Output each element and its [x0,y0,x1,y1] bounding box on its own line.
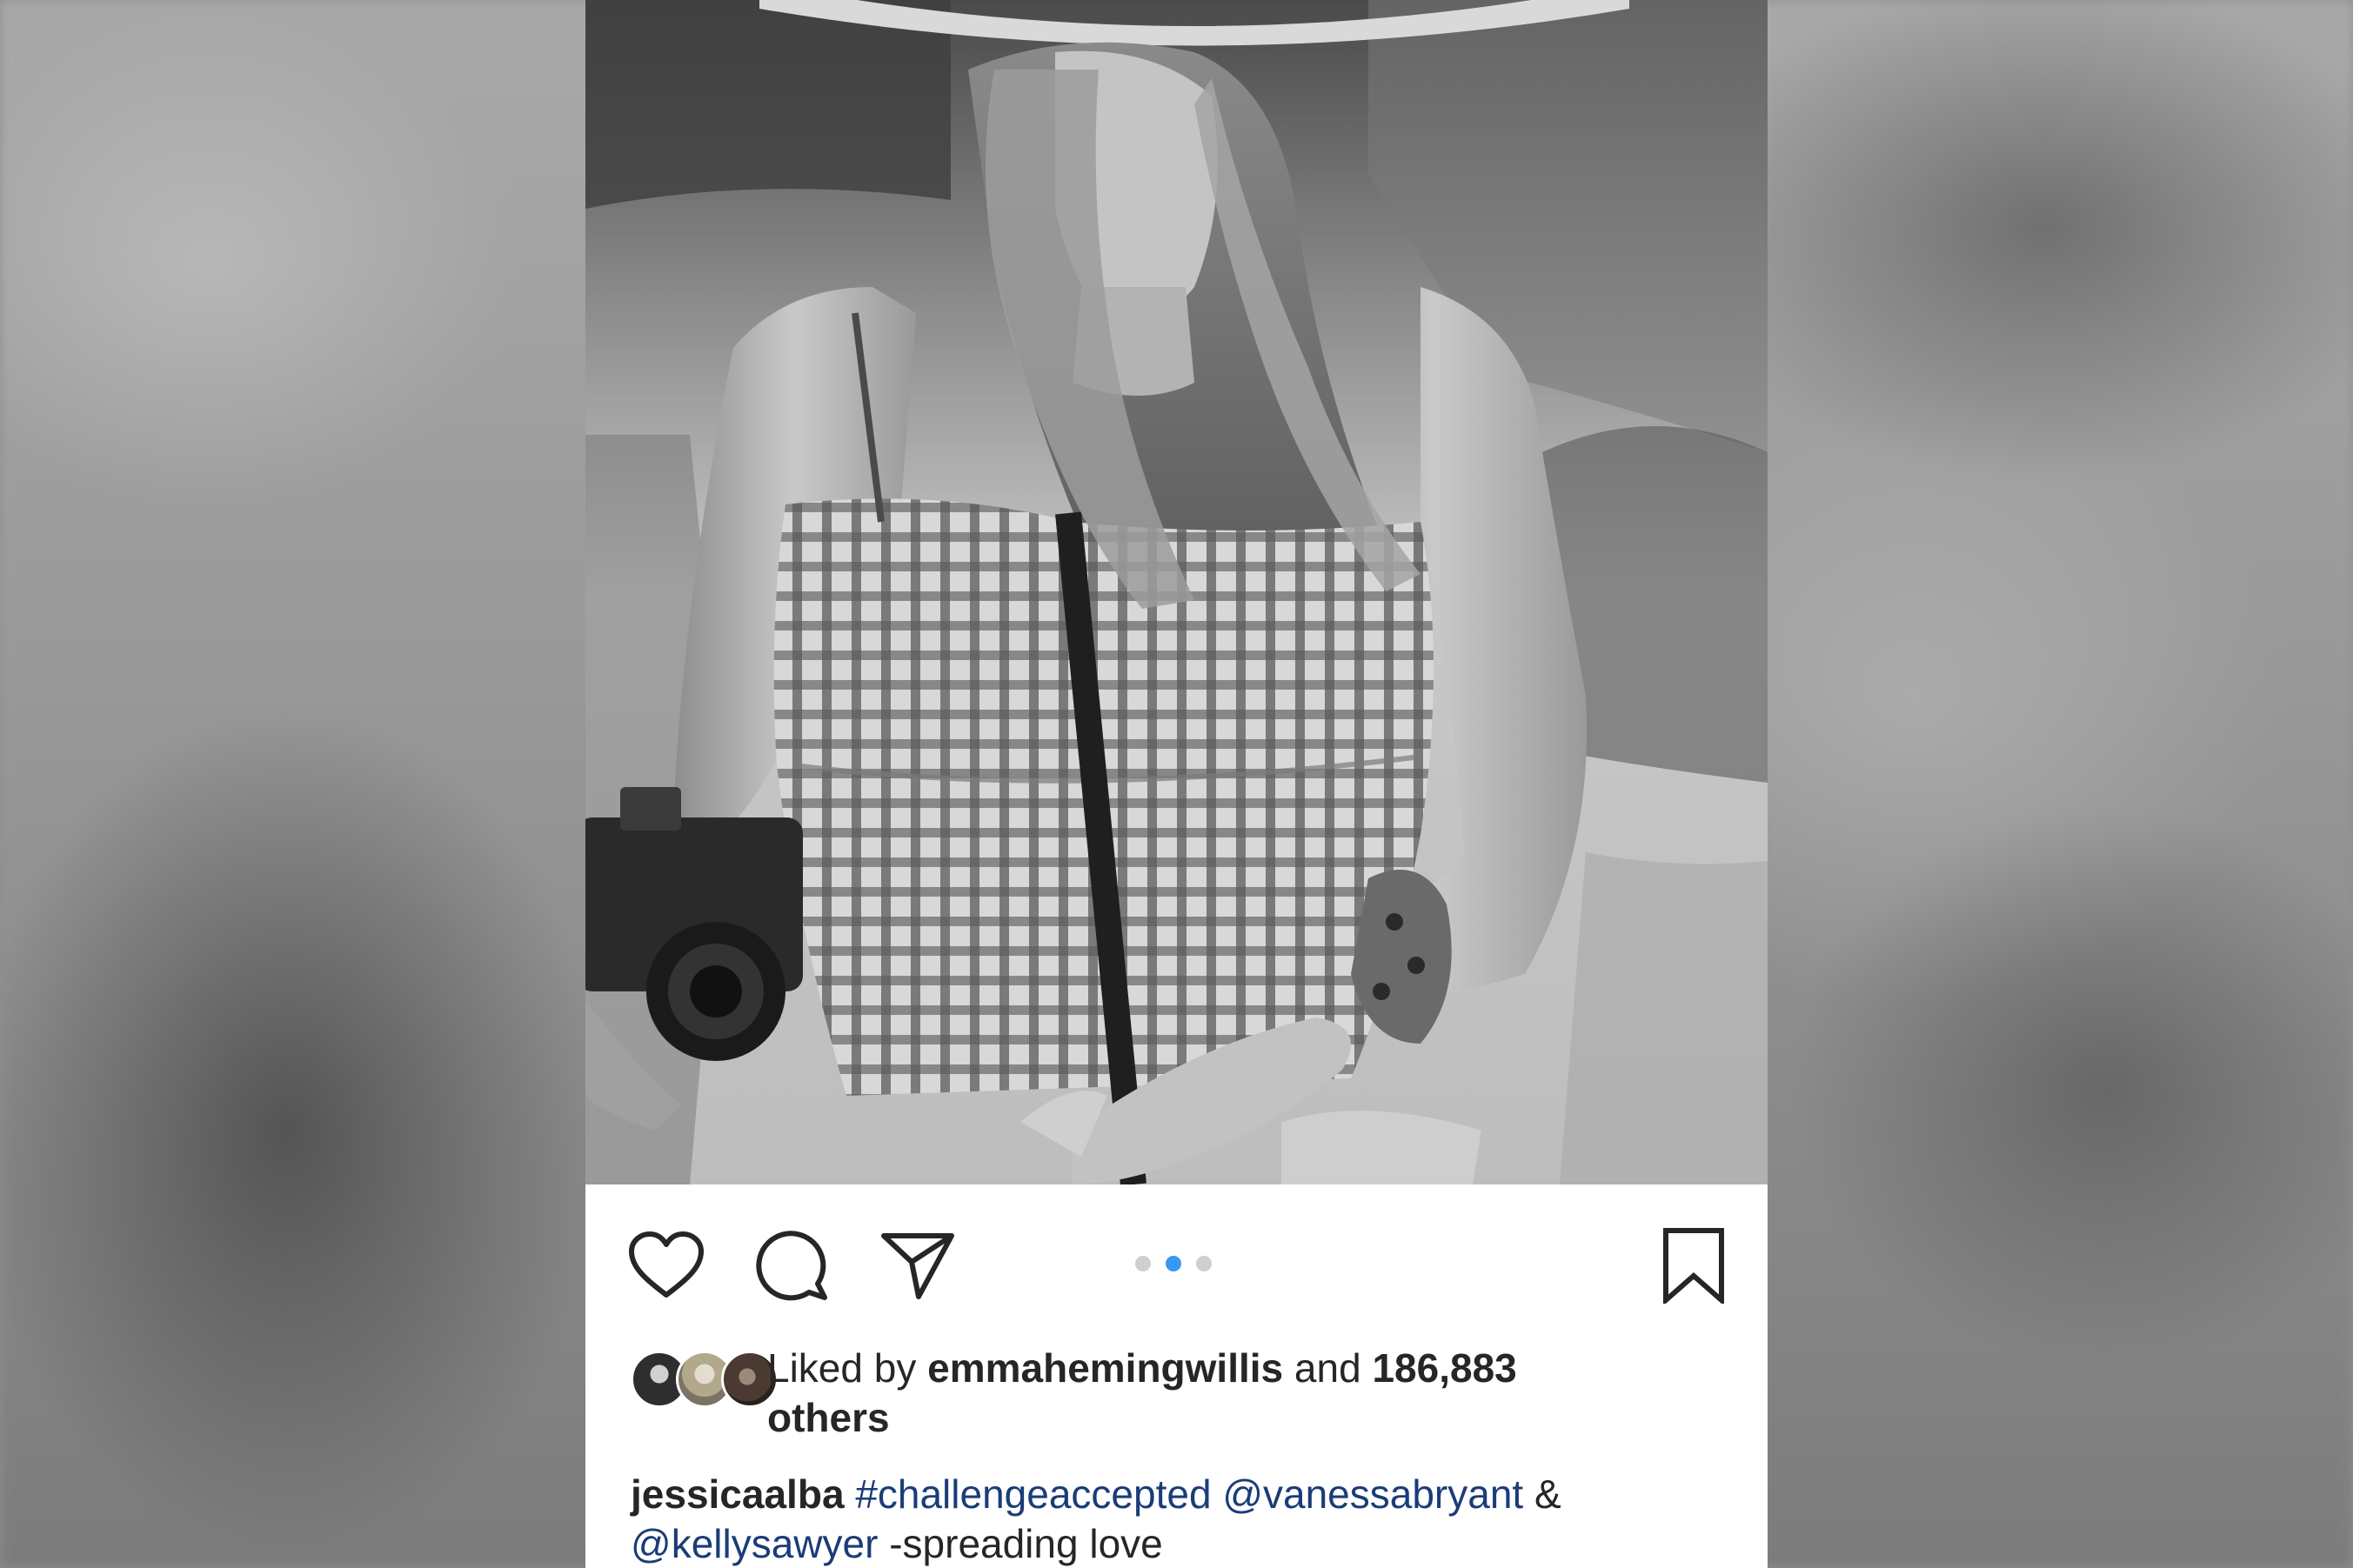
carousel-dot [1135,1256,1151,1271]
carousel-dot-active [1166,1256,1181,1271]
caption-hashtag[interactable]: #challengeaccepted [855,1471,1211,1517]
likes-text: Liked by emmahemingwillis and 186,883 oth… [767,1344,1724,1443]
photo-illustration [585,0,1768,1184]
comment-bubble-icon [756,1231,827,1301]
liker-avatars [631,1351,779,1408]
paper-plane-icon [881,1233,954,1299]
liker-username[interactable]: emmahemingwillis [927,1345,1283,1391]
likes-count[interactable]: 186,883 [1372,1345,1516,1391]
likes-row: Liked by emmahemingwillis and 186,883 oth… [631,1344,1744,1448]
share-button[interactable] [876,1224,959,1307]
like-button[interactable] [625,1224,708,1307]
likes-joiner: and [1283,1345,1373,1391]
save-button[interactable] [1652,1224,1735,1307]
caption-text: -spreading love [878,1521,1163,1566]
post-action-bar [585,1184,1768,1332]
carousel-indicator [1135,1256,1212,1271]
bookmark-icon [1663,1228,1724,1304]
screenshot-stage: Liked by emmahemingwillis and 186,883 oth… [0,0,2353,1568]
post-photo[interactable] [585,0,1768,1184]
caption-ampersand: & [1523,1471,1561,1517]
likes-prefix: Liked by [767,1345,928,1391]
caption-mention[interactable]: @vanessabryant [1222,1471,1523,1517]
comment-button[interactable] [751,1224,834,1307]
instagram-post: Liked by emmahemingwillis and 186,883 oth… [585,0,1768,1568]
carousel-dot [1196,1256,1212,1271]
post-caption: jessicaalba #challengeaccepted @vanessab… [631,1470,1744,1568]
caption-mention[interactable]: @kellysawyer [631,1521,878,1566]
likes-others[interactable]: others [767,1395,890,1440]
caption-username[interactable]: jessicaalba [631,1471,845,1517]
heart-icon [629,1231,704,1298]
